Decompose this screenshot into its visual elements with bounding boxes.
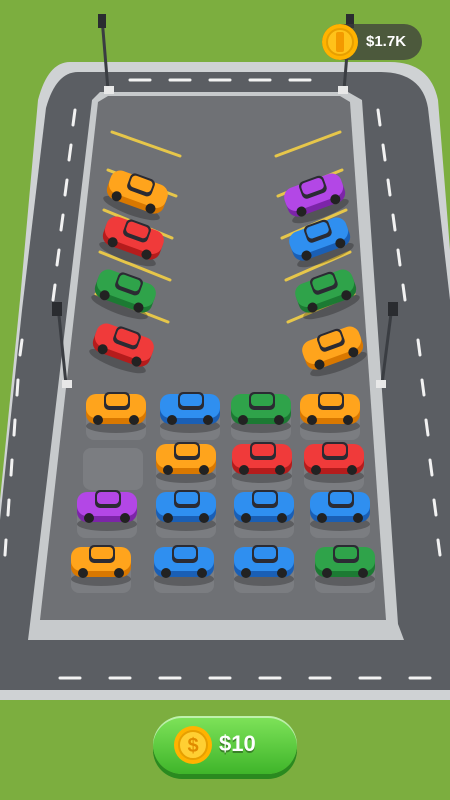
garage-car-r3-c4[interactable]: [310, 490, 370, 531]
garage-car-r2-c3[interactable]: [232, 442, 292, 483]
garage-car-r1-c1[interactable]: [86, 392, 146, 433]
buy-car-price: $10: [219, 731, 256, 756]
garage-car-r3-c3[interactable]: [234, 490, 294, 531]
svg-text:$: $: [187, 735, 198, 757]
coin-balance-text: $1.7K: [366, 33, 407, 50]
garage-car-r4-c1[interactable]: [71, 545, 131, 586]
garage-car-r4-c4[interactable]: [315, 545, 375, 586]
garage-car-r1-c3[interactable]: [231, 392, 291, 433]
game-scene: [0, 14, 450, 700]
garage-slot[interactable]: [83, 448, 143, 490]
garage-car-r2-c2[interactable]: [156, 442, 216, 483]
garage-car-r3-c1[interactable]: [77, 490, 137, 531]
garage-car-r4-c3[interactable]: [234, 545, 294, 586]
garage-car-r1-c4[interactable]: [300, 392, 360, 433]
garage-car-r3-c2[interactable]: [156, 490, 216, 531]
buy-car-button[interactable]: $ $10: [153, 716, 297, 774]
dollar-coin-icon: [322, 24, 358, 60]
garage-car-r1-c2[interactable]: [160, 392, 220, 433]
dollar-coin-icon: $: [174, 726, 212, 764]
garage-car-r4-c2[interactable]: [154, 545, 214, 586]
coin-balance-pill: $1.7K: [322, 24, 422, 60]
garage-car-r2-c4[interactable]: [304, 442, 364, 483]
